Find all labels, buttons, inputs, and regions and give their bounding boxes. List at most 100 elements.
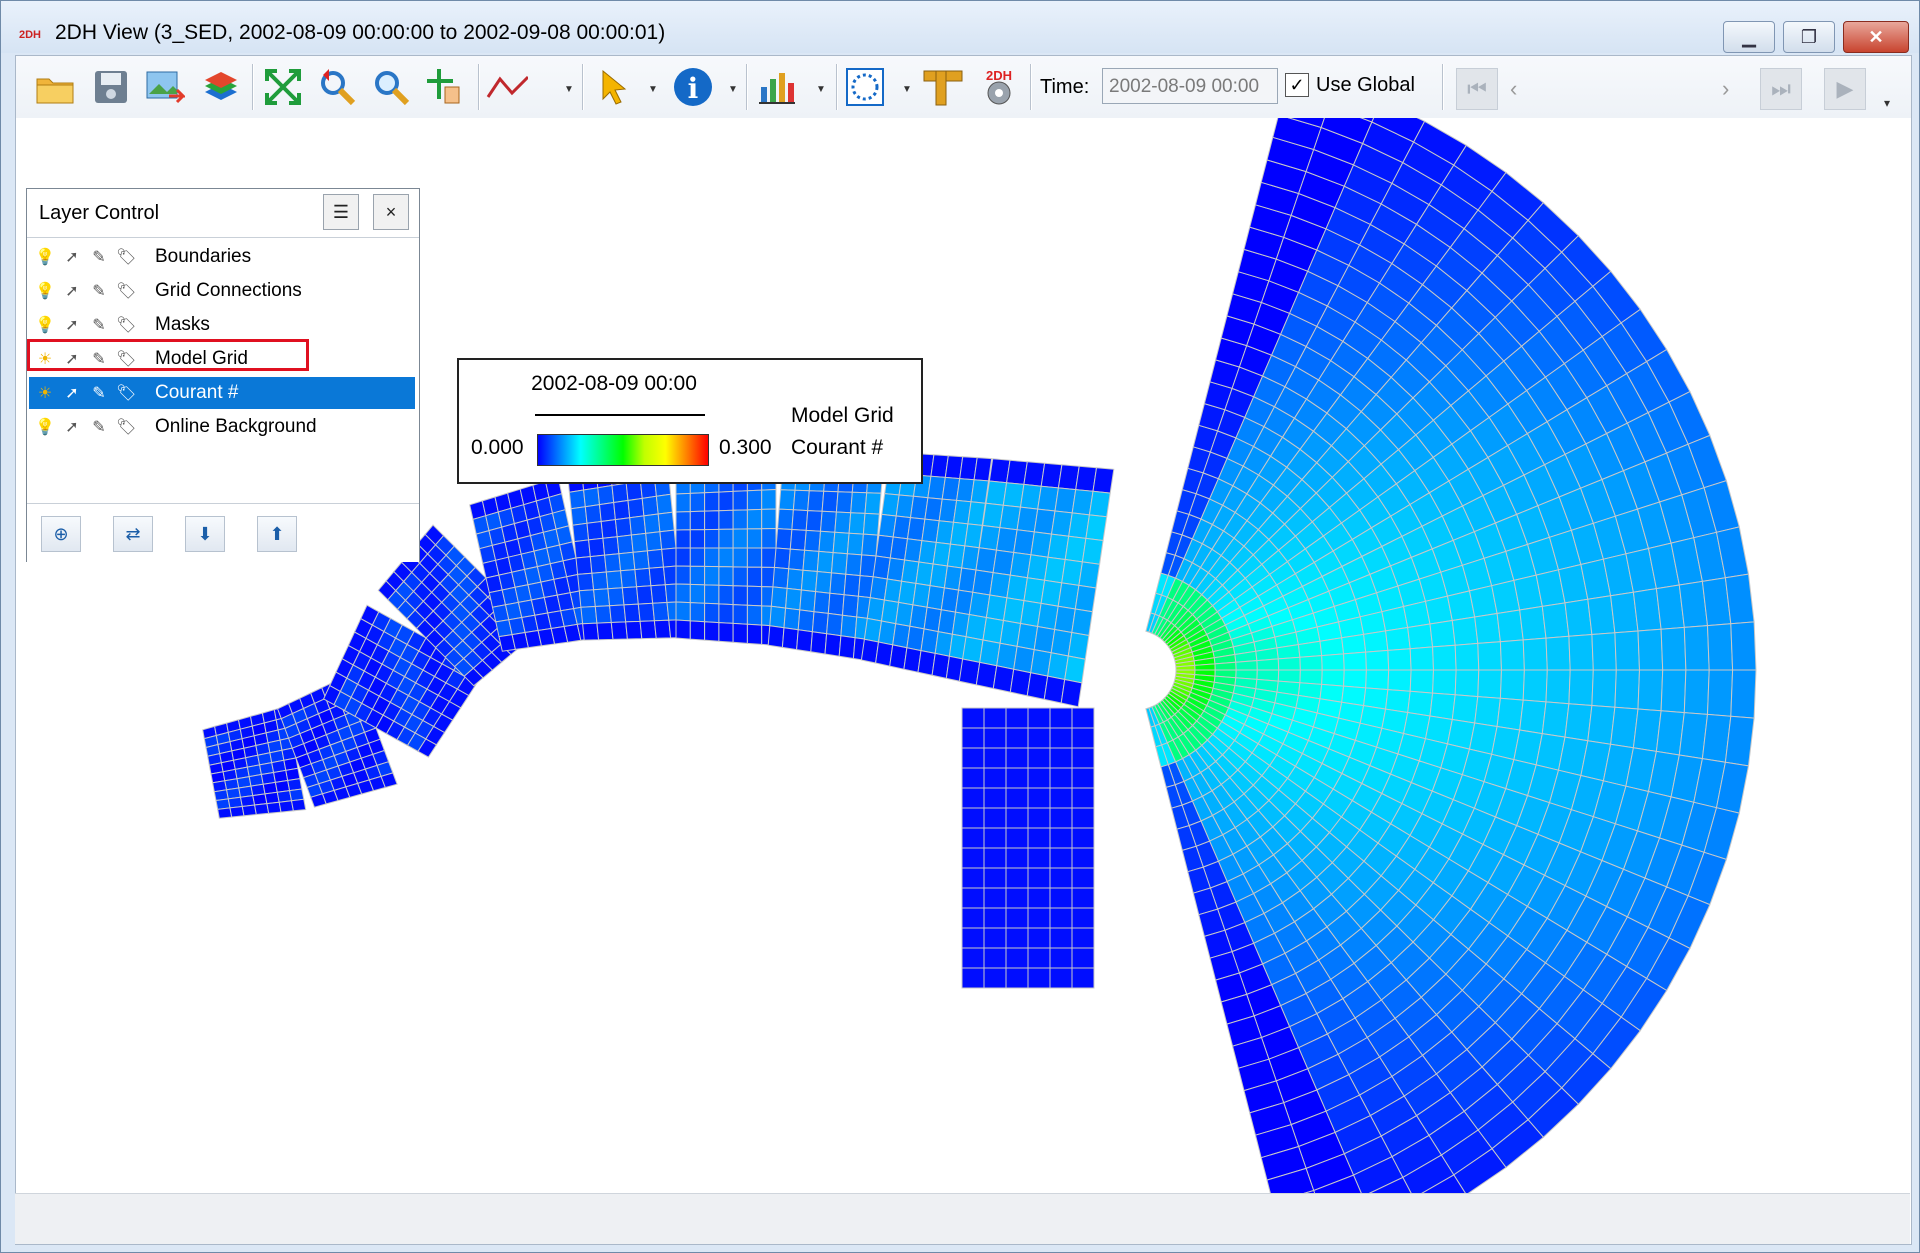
add-layer-icon: ⊕ xyxy=(53,523,69,544)
window-title: 2DH View (3_SED, 2002-08-09 00:00:00 to … xyxy=(55,21,666,44)
open-folder-icon[interactable] xyxy=(34,66,76,108)
edit-pencil-icon[interactable]: ✎ xyxy=(89,247,109,269)
polyline-dropdown-icon[interactable]: ▼ xyxy=(564,84,574,95)
pan-icon[interactable] xyxy=(424,66,466,108)
layer-control-footer: ⊕ ⇄ ⬇ ⬆ xyxy=(27,503,419,562)
toolbar-separator xyxy=(746,64,748,110)
first-frame-button[interactable]: ⏮ xyxy=(1456,68,1498,110)
toolbar-separator xyxy=(1442,64,1444,110)
tag-label-icon[interactable]: 🏷 xyxy=(116,383,136,405)
layer-name: Grid Connections xyxy=(155,280,302,301)
tag-label-icon[interactable]: 🏷 xyxy=(116,349,136,371)
title-bar[interactable]: 2DH 2DH View (3_SED, 2002-08-09 00:00:00… xyxy=(1,1,1919,53)
zoom-previous-icon[interactable] xyxy=(316,66,358,108)
animation-clock-icon[interactable] xyxy=(844,66,886,108)
minimize-icon: ▁ xyxy=(1742,26,1756,47)
map-canvas[interactable]: 2002-08-09 00:00 Model Grid 0.000 0.300 … xyxy=(16,68,1911,1253)
slider-left-icon[interactable]: ‹ xyxy=(1510,76,1517,102)
measure-ruler-icon[interactable] xyxy=(922,66,964,108)
lightbulb-on-icon[interactable]: ☀ xyxy=(35,383,55,405)
layer-control-header: Layer Control ☰ × xyxy=(27,189,419,238)
use-global-checkbox[interactable]: ✓ xyxy=(1285,73,1309,97)
layer-name: Model Grid xyxy=(155,348,248,369)
edit-pencil-icon[interactable]: ✎ xyxy=(89,349,109,371)
edit-pencil-icon[interactable]: ✎ xyxy=(89,281,109,303)
toolbar-separator xyxy=(1030,64,1032,110)
legend-max-value: 0.300 xyxy=(719,436,772,459)
lightbulb-off-icon[interactable]: 💡 xyxy=(35,247,55,269)
move-layer-up-button[interactable]: ⬆ xyxy=(257,516,297,552)
close-icon: ✕ xyxy=(1868,26,1884,47)
edit-pencil-icon[interactable]: ✎ xyxy=(89,383,109,405)
minimize-button[interactable]: ▁ xyxy=(1723,21,1775,53)
layer-row[interactable]: 💡 ➚ ✎ 🏷 Boundaries xyxy=(29,241,415,273)
time-field[interactable]: 2002-08-09 00:00 xyxy=(1102,68,1278,104)
layer-row[interactable]: ☀ ➚ ✎ 🏷 Courant # xyxy=(29,377,415,409)
move-layer-down-button[interactable]: ⬇ xyxy=(185,516,225,552)
maximize-button[interactable]: ❐ xyxy=(1783,21,1835,53)
layer-row[interactable]: 💡 ➚ ✎ 🏷 Masks xyxy=(29,309,415,341)
layer-row-icons: 💡 ➚ ✎ 🏷 xyxy=(35,315,145,337)
lightbulb-off-icon[interactable]: 💡 xyxy=(35,417,55,439)
layer-row[interactable]: 💡 ➚ ✎ 🏷 Online Background xyxy=(29,411,415,443)
tag-label-icon[interactable]: 🏷 xyxy=(116,281,136,303)
settings-2dh-icon[interactable]: 2DH xyxy=(978,66,1020,108)
info-icon[interactable]: i xyxy=(672,66,714,108)
legend-layer-name: Model Grid xyxy=(791,404,894,427)
toolbar-separator xyxy=(836,64,838,110)
last-frame-button[interactable]: ⏭ xyxy=(1760,68,1802,110)
layer-row-icons: 💡 ➚ ✎ 🏷 xyxy=(35,247,145,269)
close-button[interactable]: ✕ xyxy=(1843,21,1909,53)
layer-close-button[interactable]: × xyxy=(373,194,409,230)
chart-dropdown-icon[interactable]: ▼ xyxy=(816,84,826,95)
tag-label-icon[interactable]: 🏷 xyxy=(116,417,136,439)
add-layer-button[interactable]: ⊕ xyxy=(41,516,81,552)
info-dropdown-icon[interactable]: ▼ xyxy=(728,84,738,95)
select-arrow-icon[interactable]: ➚ xyxy=(62,349,82,371)
app-icon: 2DH xyxy=(19,29,42,41)
select-arrow-icon[interactable]: ➚ xyxy=(62,417,82,439)
status-bar xyxy=(15,1193,1910,1244)
legend-grid-line xyxy=(535,414,705,416)
menu-icon: ☰ xyxy=(332,201,350,222)
legend-min-value: 0.000 xyxy=(471,436,524,459)
lightbulb-off-icon[interactable]: 💡 xyxy=(35,281,55,303)
polyline-icon[interactable] xyxy=(486,66,528,108)
play-button[interactable]: ▶ xyxy=(1824,68,1866,110)
save-icon[interactable] xyxy=(90,66,132,108)
close-icon: × xyxy=(385,201,397,222)
arrow-up-icon: ⬆ xyxy=(269,523,285,544)
tag-label-icon[interactable]: 🏷 xyxy=(116,247,136,269)
select-pointer-icon[interactable] xyxy=(594,66,636,108)
animation-dropdown-icon[interactable]: ▼ xyxy=(902,84,912,95)
legend-time: 2002-08-09 00:00 xyxy=(531,372,697,395)
zoom-window-icon[interactable] xyxy=(370,66,412,108)
lightbulb-on-icon[interactable]: ☀ xyxy=(35,349,55,371)
select-arrow-icon[interactable]: ➚ xyxy=(62,383,82,405)
select-arrow-icon[interactable]: ➚ xyxy=(62,281,82,303)
layers-icon[interactable] xyxy=(200,66,242,108)
lightbulb-off-icon[interactable]: 💡 xyxy=(35,315,55,337)
layer-row-icons: ☀ ➚ ✎ 🏷 xyxy=(35,383,145,405)
layer-row[interactable]: 💡 ➚ ✎ 🏷 Grid Connections xyxy=(29,275,415,307)
edit-pencil-icon[interactable]: ✎ xyxy=(89,417,109,439)
bar-chart-icon[interactable] xyxy=(756,66,798,108)
slider-right-icon[interactable]: › xyxy=(1722,76,1729,102)
toolbar: ▼ ▼ i ▼ ▼ ▼ 2DH Time: 2002-08-09 00:00 ✓… xyxy=(16,56,1911,119)
time-slider[interactable]: ‹ › xyxy=(1506,68,1738,108)
zoom-extents-icon[interactable] xyxy=(262,66,304,108)
toolbar-overflow-icon[interactable]: ▾ xyxy=(1884,96,1890,110)
legend-color-bar xyxy=(537,434,709,466)
layer-row[interactable]: ☀ ➚ ✎ 🏷 Model Grid xyxy=(29,343,415,375)
play-icon: ▶ xyxy=(1836,76,1854,101)
select-dropdown-icon[interactable]: ▼ xyxy=(648,84,658,95)
select-arrow-icon[interactable]: ➚ xyxy=(62,247,82,269)
edit-pencil-icon[interactable]: ✎ xyxy=(89,315,109,337)
layer-menu-button[interactable]: ☰ xyxy=(323,194,359,230)
map-legend: 2002-08-09 00:00 Model Grid 0.000 0.300 … xyxy=(457,358,923,484)
layer-properties-button[interactable]: ⇄ xyxy=(113,516,153,552)
tag-label-icon[interactable]: 🏷 xyxy=(116,315,136,337)
export-image-icon[interactable] xyxy=(144,66,186,108)
use-global-label: Use Global xyxy=(1316,74,1415,96)
select-arrow-icon[interactable]: ➚ xyxy=(62,315,82,337)
